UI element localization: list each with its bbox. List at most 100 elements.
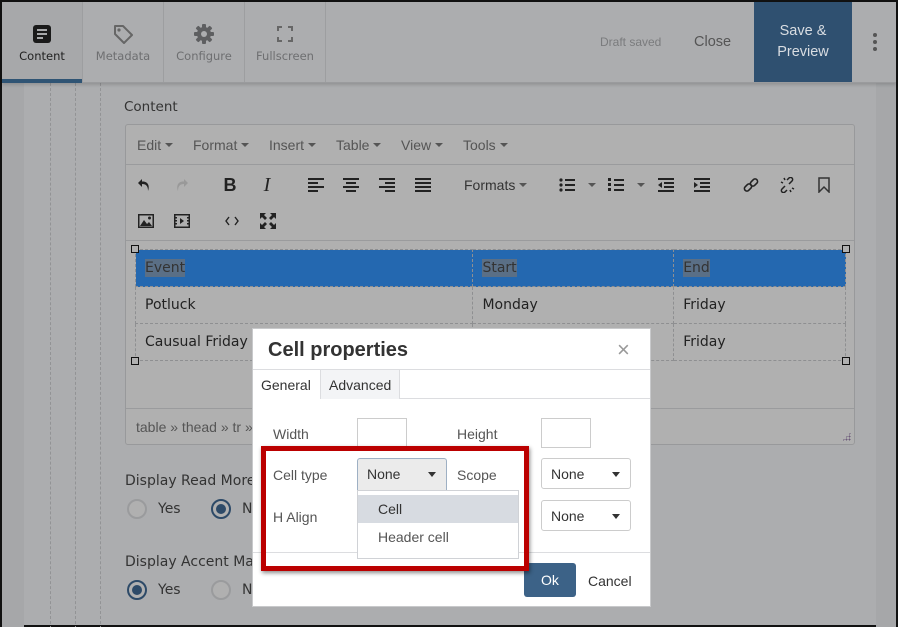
display-read-more-label: Display Read More: [125, 473, 256, 489]
fullscreen-icon: [277, 21, 293, 47]
right-gutter: [876, 83, 896, 627]
redo-icon[interactable]: [170, 174, 192, 196]
outdent-icon[interactable]: [655, 174, 677, 196]
menu-view[interactable]: View: [401, 137, 444, 153]
caret-down-icon: [499, 143, 508, 148]
menu-tools[interactable]: Tools: [463, 137, 508, 153]
menu-insert[interactable]: Insert: [269, 137, 317, 153]
height-label: Height: [457, 426, 498, 442]
accent-mark-yes-radio[interactable]: [127, 580, 147, 600]
resize-handle-top-left[interactable]: [131, 245, 139, 253]
save-preview-label-line2: Preview: [777, 44, 829, 60]
save-preview-label-line1: Save &: [779, 23, 827, 39]
display-accent-mark-label: Display Accent Mark: [125, 554, 268, 570]
italic-icon[interactable]: I: [256, 174, 278, 196]
undo-icon[interactable]: [134, 174, 156, 196]
bullet-list-icon[interactable]: [556, 174, 578, 196]
tab-configure[interactable]: Configure: [164, 2, 245, 82]
element-path[interactable]: table » thead » tr »: [136, 419, 253, 435]
image-icon[interactable]: [135, 210, 157, 232]
close-icon[interactable]: ×: [617, 337, 630, 363]
caret-down-icon: [612, 514, 620, 519]
tab-content-label: Content: [19, 49, 65, 63]
resize-handle-top-right[interactable]: [842, 245, 850, 253]
table-cell[interactable]: Friday: [673, 286, 846, 324]
dialog-tabs: General Advanced: [253, 369, 650, 400]
height-input[interactable]: [541, 418, 591, 448]
table-cell[interactable]: Potluck: [134, 286, 474, 324]
table-header-cell[interactable]: End: [673, 249, 846, 287]
tab-general[interactable]: General: [253, 370, 320, 400]
caret-down-icon: [165, 143, 174, 148]
bookmark-icon[interactable]: [813, 174, 835, 196]
dropdown-option-cell[interactable]: Cell: [358, 495, 518, 523]
cancel-button[interactable]: Cancel: [588, 573, 632, 589]
guide-line: [50, 83, 51, 627]
accent-mark-yes-label: Yes: [158, 582, 181, 598]
save-preview-button[interactable]: Save & Preview: [754, 2, 852, 82]
table-cell[interactable]: Monday: [472, 286, 675, 324]
guide-line: [75, 83, 76, 627]
source-code-icon[interactable]: [221, 210, 243, 232]
unlink-icon[interactable]: [776, 174, 798, 196]
caret-down-icon: [241, 143, 250, 148]
align-justify-icon[interactable]: [412, 174, 434, 196]
numbered-list-icon[interactable]: [605, 174, 627, 196]
tab-advanced[interactable]: Advanced: [320, 370, 400, 399]
close-button[interactable]: Close: [694, 34, 731, 50]
read-more-no-radio[interactable]: [211, 499, 231, 519]
h-align-label: H Align: [273, 509, 318, 525]
link-icon[interactable]: [740, 174, 762, 196]
resize-handle-bottom-left[interactable]: [131, 357, 139, 365]
editor-menubar: Edit Format Insert Table View Tools: [126, 125, 854, 165]
tag-icon: [112, 21, 134, 47]
media-icon[interactable]: [171, 210, 193, 232]
formats-dropdown[interactable]: Formats: [464, 177, 528, 193]
menu-format[interactable]: Format: [193, 137, 250, 153]
table-cell[interactable]: Friday: [673, 323, 846, 361]
caret-down-icon: [612, 472, 620, 477]
kebab-menu-icon[interactable]: [868, 30, 882, 54]
table-header-cell[interactable]: Start: [472, 249, 675, 287]
caret-down-icon: [428, 472, 436, 477]
accent-mark-no-radio[interactable]: [211, 580, 231, 600]
menu-edit[interactable]: Edit: [137, 137, 174, 153]
fullscreen-icon[interactable]: [257, 210, 279, 232]
tab-configure-label: Configure: [176, 49, 232, 63]
guide-line: [100, 83, 101, 627]
menu-table[interactable]: Table: [336, 137, 382, 153]
table-row[interactable]: Potluck Monday Friday: [134, 286, 846, 324]
left-gutter: [2, 83, 24, 627]
top-bar: Content Metadata Configure Fullscreen Dr…: [2, 2, 896, 83]
resize-handle-bottom-right[interactable]: [842, 357, 850, 365]
v-align-select[interactable]: None: [541, 500, 631, 531]
scope-select[interactable]: None: [541, 458, 631, 489]
tab-metadata-label: Metadata: [95, 49, 151, 63]
table-header-cell[interactable]: Event: [134, 249, 474, 287]
tab-metadata[interactable]: Metadata: [83, 2, 164, 82]
caret-down-icon: [373, 143, 382, 148]
editor-resize-grip-icon[interactable]: [842, 432, 851, 441]
dropdown-option-header-cell[interactable]: Header cell: [358, 523, 518, 552]
cell-type-dropdown-menu: Cell Header cell: [357, 490, 519, 559]
align-left-icon[interactable]: [305, 174, 327, 196]
caret-down-icon: [519, 183, 528, 188]
tab-content[interactable]: Content: [2, 2, 83, 83]
numbered-list-caret-icon[interactable]: [637, 183, 645, 187]
table-header-row[interactable]: Event Start End: [134, 249, 846, 287]
ok-button[interactable]: Ok: [524, 563, 576, 597]
editor-toolbar: B I Formats: [126, 165, 854, 241]
width-label: Width: [273, 426, 309, 442]
read-more-yes-radio[interactable]: [127, 499, 147, 519]
bold-icon[interactable]: B: [219, 174, 241, 196]
bullet-list-caret-icon[interactable]: [588, 183, 596, 187]
indent-icon[interactable]: [691, 174, 713, 196]
align-right-icon[interactable]: [376, 174, 398, 196]
draft-status: Draft saved: [600, 35, 662, 49]
cell-type-select[interactable]: None: [357, 458, 447, 491]
width-input[interactable]: [357, 418, 407, 448]
tab-fullscreen[interactable]: Fullscreen: [245, 2, 326, 82]
align-center-icon[interactable]: [340, 174, 362, 196]
scope-label: Scope: [457, 467, 497, 483]
tab-fullscreen-label: Fullscreen: [256, 49, 314, 63]
